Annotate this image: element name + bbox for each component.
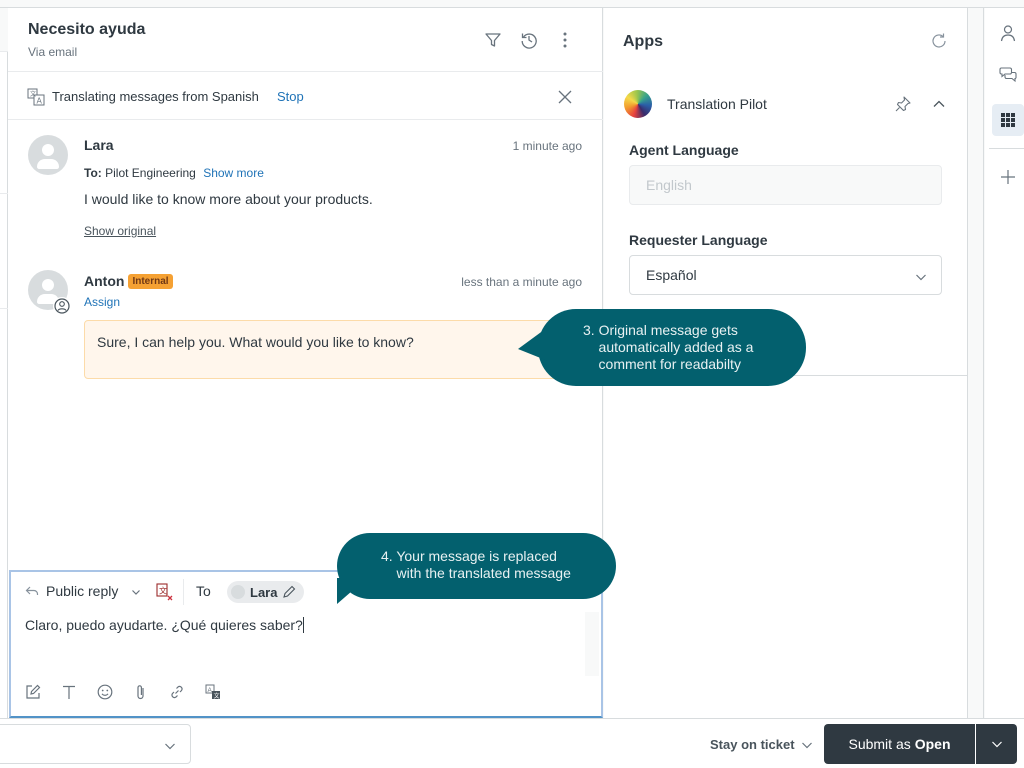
stop-translation-link[interactable]: Stop: [277, 89, 304, 104]
translate-icon: A文: [27, 88, 45, 106]
composer-scrollbar[interactable]: [585, 612, 599, 676]
left-edge-panel: [0, 8, 8, 718]
rail-divider: [989, 148, 1024, 149]
attachment-icon[interactable]: [133, 684, 149, 700]
toolbar-divider: [183, 579, 184, 605]
recipient-name: Lara: [250, 584, 278, 600]
reply-type-select[interactable]: Public reply: [46, 583, 118, 599]
submit-status: Open: [914, 736, 951, 752]
chevron-up-icon[interactable]: [931, 96, 947, 112]
internal-note: Sure, I can help you. What would you lik…: [84, 320, 589, 379]
ticket-title: Necesito ayuda: [28, 21, 146, 38]
message-author: Anton: [84, 273, 125, 289]
stay-on-ticket-select[interactable]: Stay on ticket: [710, 737, 813, 752]
ticket-header: Necesito ayuda Via email: [8, 8, 603, 72]
internal-badge: Internal: [128, 274, 173, 289]
chevron-down-icon: [164, 739, 176, 751]
show-more-link[interactable]: Show more: [203, 166, 264, 180]
reply-text-input[interactable]: Claro, puedo ayudarte. ¿Qué quieres sabe…: [25, 617, 304, 633]
stay-on-ticket-label: Stay on ticket: [710, 737, 795, 752]
callout-step-4: 4. Your message is replaced with the tra…: [337, 533, 616, 604]
to-label: To: [196, 583, 211, 599]
top-strip: [0, 0, 1024, 8]
callout-text: 4. Your message is replaced with the tra…: [381, 548, 571, 581]
svg-text:A: A: [208, 687, 213, 694]
close-icon[interactable]: [556, 88, 574, 106]
requester-language-label: Requester Language: [629, 232, 768, 248]
submit-button[interactable]: Submit as Open: [824, 724, 975, 764]
edit-icon[interactable]: [282, 585, 296, 599]
left-edge-header: [0, 8, 8, 52]
to-value: Pilot Engineering: [105, 166, 196, 180]
message-time: 1 minute ago: [512, 139, 582, 153]
history-icon[interactable]: [519, 30, 539, 50]
svg-text:文: 文: [214, 692, 220, 700]
message-time: less than a minute ago: [461, 275, 582, 289]
add-icon[interactable]: [992, 161, 1024, 193]
callout-step-3: 3. Original message gets automatically a…: [518, 309, 806, 386]
apps-grid-icon[interactable]: [992, 104, 1024, 136]
message-author: Lara: [84, 137, 114, 153]
filter-icon[interactable]: [483, 30, 503, 50]
translate-icon[interactable]: A文: [205, 684, 221, 700]
composer-toolbar: A文: [25, 684, 221, 700]
requester-language-value: Español: [646, 267, 697, 283]
message-author-row: Anton Internal: [84, 273, 173, 289]
user-icon[interactable]: [992, 17, 1024, 49]
chevron-down-icon: [915, 270, 927, 282]
compose-icon[interactable]: [25, 684, 41, 700]
ticket-channel: Via email: [28, 45, 78, 59]
ticket-footer: Stay on ticket Submit as Open: [0, 718, 1024, 768]
submit-prefix: Submit as: [848, 736, 911, 752]
assign-link[interactable]: Assign: [84, 295, 120, 309]
translation-pilot-logo: [624, 90, 652, 118]
chevron-down-icon: [991, 741, 1002, 748]
link-icon[interactable]: [169, 684, 185, 700]
svg-text:文: 文: [159, 586, 167, 596]
conversations-icon[interactable]: [992, 59, 1024, 91]
apps-title: Apps: [623, 33, 663, 50]
svg-text:文: 文: [30, 90, 36, 98]
context-rail: [985, 8, 1024, 718]
recipient-chip[interactable]: Lara: [227, 581, 305, 603]
left-edge-divider: [0, 193, 8, 194]
chevron-down-icon: [801, 742, 812, 748]
chevron-down-icon[interactable]: [130, 585, 142, 597]
avatar: [28, 135, 68, 175]
to-label: To:: [84, 166, 102, 180]
text-cursor: [302, 617, 304, 633]
message-body: I would like to know more about your pro…: [84, 191, 373, 207]
agent-icon: [53, 297, 71, 315]
agent-language-field: English: [629, 165, 942, 205]
translation-off-icon[interactable]: 文: [155, 582, 175, 602]
text-format-icon[interactable]: [61, 684, 77, 700]
translation-status-text: Translating messages from Spanish: [52, 89, 259, 104]
callout-text: 3. Original message gets automatically a…: [583, 322, 754, 372]
recipient-avatar: [231, 585, 245, 599]
agent-language-value: English: [646, 177, 692, 193]
requester-language-select[interactable]: Español: [629, 255, 942, 295]
macro-select[interactable]: [0, 724, 191, 764]
show-original-link[interactable]: Show original: [84, 224, 156, 238]
message-body: Sure, I can help you. What would you lik…: [97, 334, 414, 350]
svg-text:A: A: [37, 97, 43, 106]
translation-banner: A文 Translating messages from Spanish Sto…: [8, 73, 603, 120]
agent-language-label: Agent Language: [629, 142, 739, 158]
message-recipients: To: Pilot Engineering Show more: [84, 166, 264, 180]
callout-pointer: [518, 327, 548, 361]
ticket-workspace: Necesito ayuda Via email A文 Translating …: [0, 0, 1024, 768]
left-edge-divider: [0, 308, 8, 309]
refresh-icon[interactable]: [930, 32, 948, 50]
panel-gutter: [969, 8, 984, 718]
reply-arrow-icon: [25, 584, 39, 598]
pin-icon[interactable]: [894, 95, 912, 113]
reply-text: Claro, puedo ayudarte. ¿Qué quieres sabe…: [25, 617, 303, 633]
app-name: Translation Pilot: [667, 96, 767, 112]
callout-pointer: [337, 578, 367, 604]
more-vertical-icon[interactable]: [555, 30, 575, 50]
emoji-icon[interactable]: [97, 684, 113, 700]
submit-options-button[interactable]: [976, 724, 1017, 764]
